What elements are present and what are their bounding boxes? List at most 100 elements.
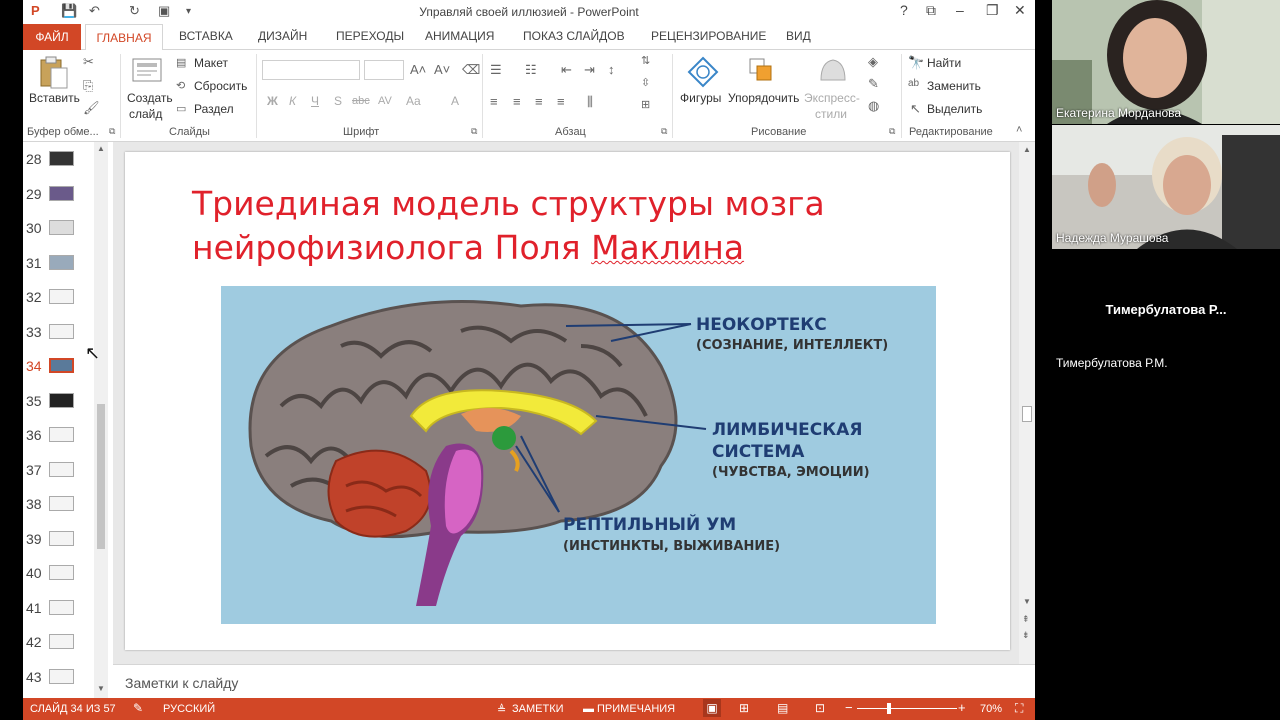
- video-participants-panel: Екатерина Морданова Надежда Мурашова Тим…: [1035, 0, 1280, 720]
- find-button[interactable]: Найти: [927, 56, 961, 70]
- reset-icon: ⟲: [176, 80, 186, 92]
- shape-fill-icon[interactable]: ◈: [868, 54, 878, 70]
- slide-sorter-icon[interactable]: ⊞: [739, 701, 749, 715]
- tab-design[interactable]: ДИЗАЙН: [258, 29, 307, 43]
- cut-icon[interactable]: ✂: [83, 54, 94, 70]
- maximize-icon[interactable]: ❐: [986, 2, 999, 19]
- justify-icon[interactable]: ≡: [557, 94, 565, 109]
- font-color-button[interactable]: A: [451, 94, 459, 108]
- align-left-icon[interactable]: ≡: [490, 94, 498, 109]
- align-text-icon[interactable]: ⇳: [641, 76, 650, 89]
- zoom-level[interactable]: 70%: [980, 703, 1002, 715]
- thumbnails-scrollbar[interactable]: ▲ ▼: [94, 142, 108, 698]
- replace-button[interactable]: Заменить: [927, 79, 981, 93]
- zoom-slider[interactable]: [857, 708, 957, 709]
- tab-file[interactable]: ФАЙЛ: [23, 24, 81, 50]
- shadow-button[interactable]: S: [334, 94, 342, 108]
- font-family-input[interactable]: [262, 60, 360, 80]
- label-limbic-sub: (ЧУВСТВА, ЭМОЦИИ): [712, 465, 870, 480]
- shape-outline-icon[interactable]: ✎: [868, 76, 879, 92]
- bullets-icon[interactable]: ☰: [490, 62, 502, 78]
- scrollbar-thumb[interactable]: [97, 404, 105, 549]
- strikethrough-button[interactable]: abc: [352, 95, 370, 107]
- tab-view[interactable]: ВИД: [786, 29, 811, 43]
- clipboard-launcher-icon[interactable]: ⧉: [109, 126, 115, 137]
- smartart-icon[interactable]: ⊞: [641, 98, 650, 111]
- underline-button[interactable]: Ч: [311, 94, 319, 108]
- next-slide-icon[interactable]: ⇟: [1022, 630, 1030, 641]
- section-button[interactable]: Раздел: [194, 102, 234, 116]
- paragraph-launcher-icon[interactable]: ⧉: [661, 126, 667, 137]
- notes-toggle[interactable]: ЗАМЕТКИ: [512, 703, 564, 715]
- group-separator: [482, 54, 483, 138]
- font-size-input[interactable]: [364, 60, 404, 80]
- arrange-icon: [749, 58, 772, 81]
- shape-effects-icon[interactable]: ◍: [868, 98, 879, 114]
- font-launcher-icon[interactable]: ⧉: [471, 126, 477, 137]
- tab-home[interactable]: ГЛАВНАЯ: [85, 24, 163, 51]
- language-indicator[interactable]: РУССКИЙ: [163, 703, 215, 715]
- slide-title-line-2: нейрофизиолога Поля Маклина: [192, 228, 745, 267]
- zoom-in-icon[interactable]: +: [958, 700, 966, 715]
- format-painter-icon[interactable]: 🖌: [83, 100, 100, 116]
- columns-icon[interactable]: ⫼: [587, 94, 593, 110]
- zoom-out-icon[interactable]: −: [845, 700, 853, 715]
- tab-transitions[interactable]: ПЕРЕХОДЫ: [336, 29, 404, 43]
- collapse-ribbon-icon[interactable]: ˄: [1016, 124, 1022, 136]
- comments-toggle[interactable]: ПРИМЕЧАНИЯ: [597, 703, 675, 715]
- normal-view-icon[interactable]: ▣: [703, 699, 721, 717]
- tab-insert[interactable]: ВСТАВКА: [179, 29, 233, 43]
- align-center-icon[interactable]: ≡: [513, 94, 521, 109]
- label-neocortex: НЕОКОРТЕКС: [696, 315, 827, 335]
- tab-review[interactable]: РЕЦЕНЗИРОВАНИЕ: [651, 29, 766, 43]
- numbering-icon[interactable]: ☷: [525, 62, 537, 78]
- layout-button[interactable]: Макет: [194, 56, 228, 70]
- text-direction-icon[interactable]: ⇅: [641, 54, 650, 67]
- decrease-indent-icon[interactable]: ⇤: [561, 62, 572, 78]
- fit-slide-icon[interactable]: ⛶: [1015, 701, 1023, 716]
- reading-view-icon[interactable]: ▤: [777, 701, 788, 715]
- group-separator: [901, 54, 902, 138]
- bold-button[interactable]: Ж: [267, 94, 278, 108]
- grow-font-icon[interactable]: A˄: [410, 62, 426, 77]
- scroll-up-icon[interactable]: ▲: [97, 144, 105, 153]
- participant-tile-2[interactable]: Надежда Мурашова: [1052, 125, 1280, 249]
- scroll-down-icon[interactable]: ▼: [97, 684, 105, 693]
- help-icon[interactable]: ?: [900, 2, 908, 18]
- increase-indent-icon[interactable]: ⇥: [584, 62, 595, 78]
- shrink-font-icon[interactable]: A˅: [434, 62, 450, 77]
- clear-format-icon[interactable]: ⌫: [462, 62, 480, 78]
- slide-canvas[interactable]: Триединая модель структуры мозга нейрофи…: [125, 152, 1010, 650]
- previous-slide-icon[interactable]: ⇞: [1022, 614, 1030, 625]
- line-spacing-icon[interactable]: ↕: [608, 62, 615, 77]
- participant-tile-1[interactable]: Екатерина Морданова: [1052, 0, 1280, 124]
- zoom-slider-thumb[interactable]: [887, 703, 891, 714]
- char-spacing-button[interactable]: AV: [378, 95, 392, 107]
- triune-brain-image[interactable]: НЕОКОРТЕКС (СОЗНАНИЕ, ИНТЕЛЛЕКТ) ЛИМБИЧЕ…: [221, 286, 936, 624]
- tab-slideshow[interactable]: ПОКАЗ СЛАЙДОВ: [523, 29, 625, 43]
- italic-button[interactable]: К: [289, 94, 296, 108]
- reset-button[interactable]: Сбросить: [194, 79, 247, 93]
- change-case-button[interactable]: Aa: [406, 94, 421, 108]
- paste-label: Вставить: [29, 91, 80, 105]
- align-right-icon[interactable]: ≡: [535, 94, 543, 109]
- slide-scrollbar[interactable]: ▲ ▼ ⇞ ⇟: [1019, 142, 1035, 664]
- tab-animation[interactable]: АНИМАЦИЯ: [425, 29, 494, 43]
- close-icon[interactable]: ✕: [1014, 2, 1026, 19]
- spellcheck-icon[interactable]: ✎: [133, 701, 143, 715]
- slideshow-icon[interactable]: ⊡: [815, 701, 825, 715]
- notes-pane[interactable]: Заметки к слайду: [113, 664, 1035, 698]
- participant-tile-3[interactable]: Тимербулатова Р... Тимербулатова Р.М.: [1052, 250, 1280, 374]
- select-button[interactable]: Выделить: [927, 102, 982, 116]
- drawing-launcher-icon[interactable]: ⧉: [889, 126, 895, 137]
- copy-icon[interactable]: ⎘: [83, 78, 93, 94]
- participant-name: Надежда Мурашова: [1056, 231, 1169, 245]
- minimize-icon[interactable]: –: [956, 2, 964, 18]
- ribbon-display-icon[interactable]: ⧉: [926, 2, 936, 19]
- scroll-up-icon[interactable]: ▲: [1023, 145, 1031, 154]
- mouse-cursor-icon: ↖: [85, 343, 101, 363]
- scroll-down-icon[interactable]: ▼: [1023, 597, 1031, 606]
- slide-title[interactable]: Триединая модель структуры мозга нейрофи…: [192, 182, 892, 270]
- scrollbar-thumb[interactable]: [1022, 406, 1032, 422]
- group-separator: [672, 54, 673, 138]
